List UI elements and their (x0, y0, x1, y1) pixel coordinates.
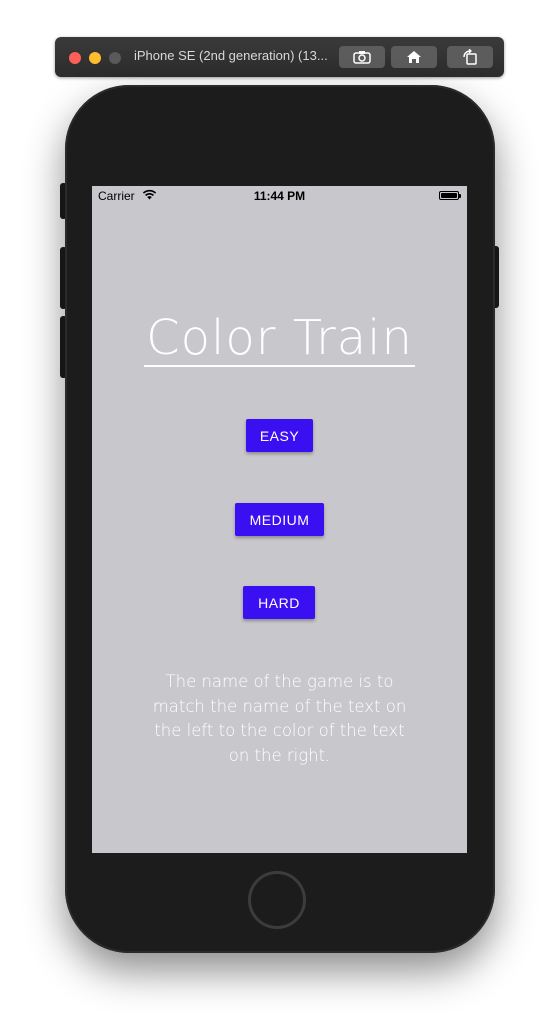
close-window-button[interactable] (69, 52, 81, 64)
status-time: 11:44 PM (253, 189, 306, 203)
hard-button[interactable]: HARD (243, 586, 315, 619)
easy-button[interactable]: EASY (246, 419, 313, 452)
home-icon (407, 51, 421, 63)
zoom-window-button[interactable] (109, 52, 121, 64)
game-description: The name of the game is to match the nam… (152, 672, 407, 765)
app-screen: Carrier 11:44 PM Color Train EASY MEDIUM… (92, 186, 467, 853)
screenshot-button[interactable] (339, 46, 385, 68)
medium-button[interactable]: MEDIUM (235, 503, 324, 536)
home-button[interactable] (391, 46, 437, 68)
battery-icon (439, 191, 461, 200)
status-bar: Carrier 11:44 PM (92, 186, 467, 206)
simulator-toolbar: iPhone SE (2nd generation) (13... (55, 37, 504, 77)
rotate-button[interactable] (447, 46, 493, 68)
device-home-button[interactable] (248, 871, 306, 929)
simulator-title: iPhone SE (2nd generation) (13... (134, 48, 328, 63)
app-title: Color Train (92, 310, 467, 367)
rotate-icon (463, 49, 477, 65)
app-title-text: Color Train (144, 310, 415, 367)
screenshot-icon (353, 51, 371, 64)
minimize-window-button[interactable] (89, 52, 101, 64)
